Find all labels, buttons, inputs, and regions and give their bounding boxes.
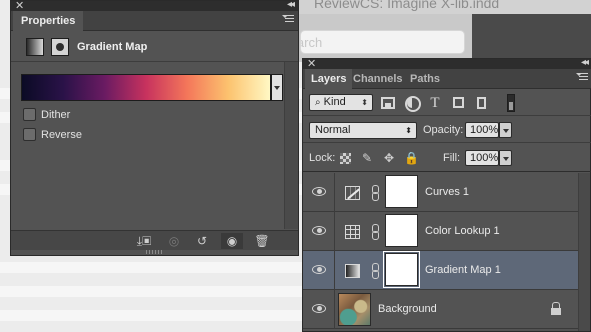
document-titlebar: ReviewCS: Imagine X-lib.indd [298, 0, 591, 14]
layer-row-background[interactable]: Background [303, 290, 578, 329]
document-search-field[interactable]: Search [300, 30, 465, 54]
gradient-picker-dropdown[interactable] [271, 74, 283, 101]
reverse-label: Reverse [41, 129, 82, 141]
layer-name: Background [378, 303, 437, 315]
adjustment-title: Gradient Map [77, 41, 148, 53]
document-title: ReviewCS: Imagine X-lib.indd [314, 0, 500, 11]
fill-dropdown[interactable] [499, 150, 512, 166]
chevron-updown-icon: ⬍ [405, 126, 412, 135]
properties-panel: ✕ ◂◂ Properties Gradient Map Dither Reve… [10, 0, 299, 256]
gradient-map-adjustment-icon [345, 264, 360, 278]
eye-icon [312, 304, 326, 313]
search-placeholder: Search [301, 35, 323, 50]
layer-row-curves[interactable]: Curves 1 [303, 173, 578, 212]
collapse-icon[interactable]: ◂◂ [581, 57, 589, 68]
layers-panel-header-strip: ✕ ◂◂ [303, 57, 591, 70]
panel-menu-icon[interactable] [282, 15, 294, 25]
properties-scrollbar[interactable] [284, 62, 298, 229]
eye-icon [312, 226, 326, 235]
pixel-filter-icon[interactable] [381, 97, 395, 109]
fill-label: Fill: [443, 152, 461, 164]
clip-to-layer-icon[interactable]: ⤓▣ [133, 233, 155, 249]
resize-grip[interactable] [146, 250, 162, 254]
filter-kind-value: Kind [323, 96, 346, 108]
collapse-icon[interactable]: ◂◂ [287, 0, 295, 10]
document-dark-area [472, 14, 591, 62]
visibility-toggle[interactable] [303, 290, 335, 329]
dither-checkbox[interactable] [23, 108, 36, 121]
blend-mode-select[interactable]: Normal ⬍ [309, 122, 417, 139]
tab-paths[interactable]: Paths [404, 69, 446, 89]
color-lookup-adjustment-icon [345, 225, 360, 239]
layer-filter-row: ⌕ Kind ⬍ T [303, 90, 591, 116]
shape-filter-icon[interactable] [453, 97, 464, 108]
properties-tab-bar: Properties [11, 11, 298, 31]
reset-icon[interactable]: ↺ [191, 233, 213, 249]
lock-image-brush-icon[interactable]: ✎ [360, 151, 374, 165]
panel-menu-icon[interactable] [576, 73, 588, 83]
link-chain-icon[interactable] [372, 224, 379, 240]
visibility-toggle[interactable] [303, 251, 335, 290]
search-icon: ⌕ [315, 97, 321, 108]
eye-icon [312, 187, 326, 196]
tab-properties[interactable]: Properties [13, 11, 84, 31]
opacity-label: Opacity: [423, 124, 464, 136]
opacity-dropdown[interactable] [499, 122, 512, 138]
filter-toggle-switch[interactable] [507, 94, 515, 112]
link-chain-icon[interactable] [372, 185, 379, 201]
layer-mask-thumbnail[interactable] [385, 214, 418, 247]
layer-mask-icon[interactable] [51, 38, 69, 56]
lock-transparency-icon[interactable] [340, 153, 351, 164]
gradient-map-adjustment-icon[interactable] [26, 38, 44, 56]
lock-position-icon[interactable]: ✥ [382, 151, 396, 165]
properties-footer-toolbar: ⤓▣ ◎ ↺ ◉ 🗑 [11, 230, 298, 250]
type-filter-icon[interactable]: T [427, 95, 443, 111]
curves-adjustment-icon [345, 186, 360, 200]
visibility-eye-icon[interactable]: ◉ [221, 233, 243, 249]
trash-icon[interactable]: 🗑 [251, 233, 273, 249]
blend-mode-value: Normal [315, 124, 351, 136]
gradient-preview[interactable] [21, 74, 271, 101]
layer-name: Color Lookup 1 [425, 225, 500, 237]
layer-mask-thumbnail[interactable] [385, 175, 418, 208]
tab-channels[interactable]: Channels [347, 69, 409, 89]
chevron-updown-icon: ⬍ [361, 98, 368, 107]
visibility-toggle[interactable] [303, 173, 335, 212]
layer-image-thumbnail[interactable] [338, 293, 371, 326]
reverse-checkbox[interactable] [23, 128, 36, 141]
layers-scrollbar[interactable] [578, 173, 590, 331]
tab-layers[interactable]: Layers [305, 69, 353, 89]
lock-all-icon[interactable]: 🔒 [404, 151, 419, 165]
layer-row-gradient-map[interactable]: Gradient Map 1 [303, 251, 578, 290]
adjustment-filter-icon[interactable] [404, 95, 421, 112]
fill-field[interactable]: 100% [465, 150, 499, 166]
blend-row: Normal ⬍ Opacity: 100% [303, 117, 591, 143]
layer-list: Curves 1 Color Lookup 1 Gradient Map 1 B… [303, 173, 578, 331]
lock-row: Lock: ✎ ✥ 🔒 Fill: 100% [303, 144, 591, 172]
layer-mask-thumbnail[interactable] [383, 251, 420, 288]
eye-icon [312, 265, 326, 274]
layers-panel: ✕ ◂◂ Layers Channels Paths ⌕ Kind ⬍ T No… [302, 57, 591, 332]
properties-panel-header-strip: ✕ ◂◂ [11, 0, 298, 12]
lock-label: Lock: [309, 152, 336, 164]
opacity-field[interactable]: 100% [465, 122, 499, 138]
filter-kind-select[interactable]: ⌕ Kind ⬍ [309, 94, 373, 111]
layer-row-color-lookup[interactable]: Color Lookup 1 [303, 212, 578, 251]
layers-tab-bar: Layers Channels Paths [303, 69, 591, 89]
adjustment-header: Gradient Map [11, 32, 298, 62]
smart-object-filter-icon[interactable] [477, 97, 486, 109]
view-previous-state-icon[interactable]: ◎ [163, 233, 185, 249]
link-chain-icon[interactable] [372, 263, 379, 279]
lock-icon [551, 302, 561, 315]
layer-name: Gradient Map 1 [425, 264, 501, 276]
dither-label: Dither [41, 109, 71, 121]
visibility-toggle[interactable] [303, 212, 335, 251]
layer-name: Curves 1 [425, 186, 470, 198]
